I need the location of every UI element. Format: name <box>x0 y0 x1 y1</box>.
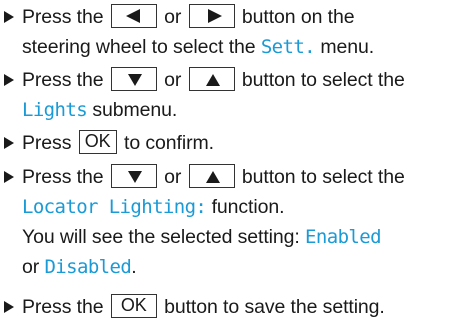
step-text: menu. <box>315 36 375 58</box>
right-arrow-icon <box>207 8 222 23</box>
up-arrow-button <box>188 66 235 91</box>
down-arrow-button <box>110 66 157 91</box>
step-text: submenu. <box>87 99 178 121</box>
step-line: Lights submenu. <box>0 95 460 125</box>
function-name-highlight: Locator Lighting: <box>22 196 207 218</box>
left-arrow-icon <box>125 8 140 23</box>
step-text: button to select the <box>241 69 405 91</box>
right-arrow-button <box>188 3 235 28</box>
step-text: Press the <box>22 69 109 91</box>
up-arrow-icon <box>205 73 220 86</box>
step-line: You will see the selected setting: Enabl… <box>0 222 460 252</box>
step-text: You will see the selected setting: <box>22 226 306 248</box>
step-1: Press the or button on the steering whee… <box>0 2 460 62</box>
submenu-name-highlight: Lights <box>22 99 88 121</box>
step-text: Press <box>22 132 77 154</box>
down-arrow-button <box>110 163 157 188</box>
step-4: Press the or button to select the Locato… <box>0 162 460 282</box>
instruction-page: Press the or button on the steering whee… <box>0 0 460 328</box>
down-arrow-icon <box>127 73 142 86</box>
step-text: button to save the setting. <box>164 296 385 318</box>
step-line: steering wheel to select the Sett. menu. <box>0 32 460 62</box>
step-line: or Disabled. <box>0 252 460 282</box>
bullet-triangle-icon <box>4 171 14 183</box>
bullet-triangle-icon <box>4 11 14 23</box>
step-line: Press the or button on the <box>0 2 460 32</box>
step-text: button to select the <box>241 166 405 188</box>
step-line: Press the or button to select the <box>0 65 460 95</box>
up-arrow-icon <box>205 170 220 183</box>
step-5: Press the OK button to save the setting. <box>0 292 460 322</box>
step-text: steering wheel to select the <box>22 36 261 58</box>
step-text: Press the <box>22 296 109 318</box>
step-2: Press the or button to select the Lights… <box>0 65 460 125</box>
menu-name-highlight: Sett. <box>260 36 316 58</box>
step-text: or <box>164 69 187 91</box>
step-text: Press the <box>22 166 109 188</box>
ok-button: OK <box>110 293 157 318</box>
step-text: Press the <box>22 6 109 28</box>
ok-button: OK <box>78 129 117 154</box>
step-text: function. <box>206 196 285 218</box>
bullet-triangle-icon <box>4 74 14 86</box>
step-text: or <box>164 166 187 188</box>
step-text: to confirm. <box>124 132 214 154</box>
setting-enabled-highlight: Enabled <box>305 226 381 248</box>
step-text: . <box>131 256 137 278</box>
left-arrow-button <box>110 3 157 28</box>
step-text: or <box>22 256 45 278</box>
step-text: or <box>164 6 187 28</box>
setting-disabled-highlight: Disabled <box>44 256 132 278</box>
step-line: Locator Lighting: function. <box>0 192 460 222</box>
step-line: Press OK to confirm. <box>0 128 460 158</box>
bullet-triangle-icon <box>4 137 14 149</box>
step-3: Press OK to confirm. <box>0 128 460 158</box>
step-line: Press the or button to select the <box>0 162 460 192</box>
step-text: button on the <box>241 6 355 28</box>
step-line: Press the OK button to save the setting. <box>0 292 460 322</box>
bullet-triangle-icon <box>4 301 14 313</box>
up-arrow-button <box>188 163 235 188</box>
down-arrow-icon <box>127 170 142 183</box>
